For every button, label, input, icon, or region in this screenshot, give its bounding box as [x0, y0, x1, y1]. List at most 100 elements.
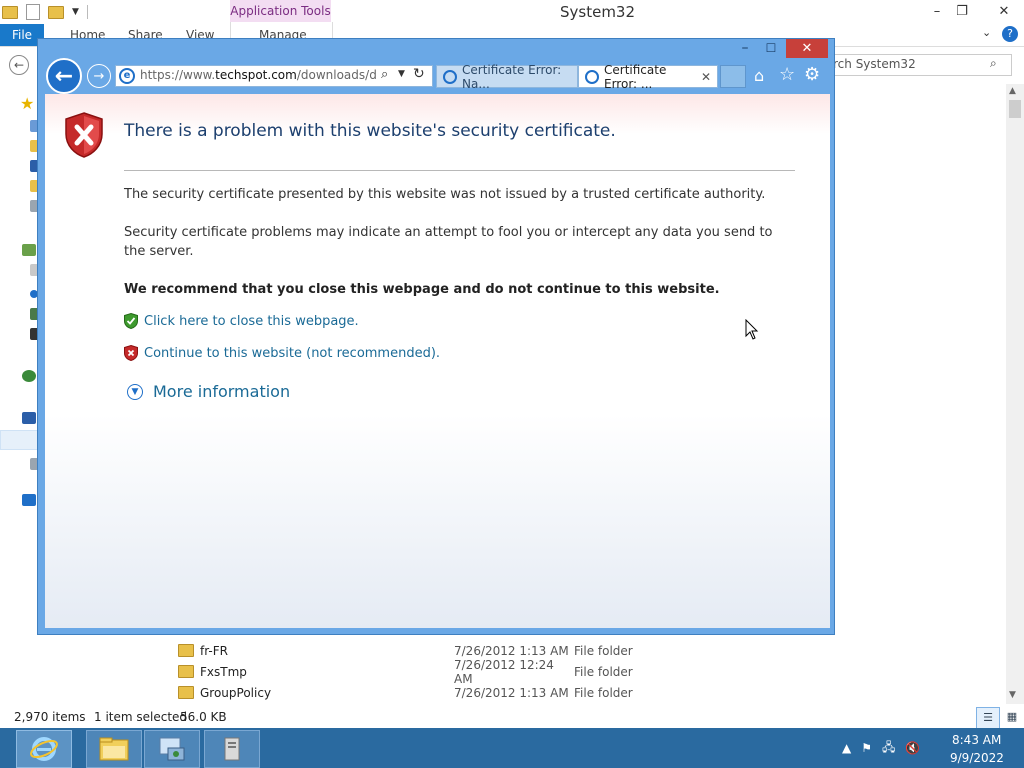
explorer-back-button[interactable]: ← [9, 55, 29, 75]
ie-close-button[interactable]: ✕ [786, 39, 828, 58]
recommendation-text: We recommend that you close this webpage… [124, 282, 720, 297]
url-domain: techspot.com [215, 68, 297, 82]
folder-icon [99, 737, 129, 761]
cert-paragraph-1: The security certificate presented by th… [124, 187, 766, 202]
application-tools-label: Application Tools [230, 0, 331, 22]
tray-expand-icon[interactable]: ▲ [842, 741, 851, 755]
explorer-scrollbar[interactable] [1006, 84, 1024, 704]
ie-forward-button[interactable]: → [87, 64, 111, 88]
installer-icon [159, 737, 185, 761]
clock-date[interactable]: 9/9/2022 [950, 751, 1004, 765]
url-suffix: /downloads/dow [296, 68, 376, 82]
close-page-link-row[interactable]: Click here to close this webpage. [124, 313, 359, 329]
ribbon-expand-icon[interactable]: ⌄ [982, 26, 991, 39]
close-webpage-link[interactable]: Click here to close this webpage. [144, 314, 359, 329]
explorer-close-button[interactable]: ✕ [986, 0, 1022, 22]
explorer-search-placeholder: rch System32 [833, 57, 916, 71]
file-name: GroupPolicy [200, 685, 272, 700]
status-selected: 1 item selected [94, 710, 188, 724]
file-date: 7/26/2012 1:13 AM [454, 685, 569, 700]
url-prefix: https://www. [140, 68, 216, 82]
chevron-down-icon: ▼ [127, 383, 143, 400]
nav-selected-item[interactable] [0, 430, 42, 450]
ie-maximize-button[interactable]: ☐ [762, 41, 780, 57]
file-name: FxsTmp [200, 664, 247, 679]
taskbar-internet-explorer-button[interactable] [16, 730, 72, 768]
taskbar-server-manager-button[interactable] [204, 730, 260, 768]
more-information-label: More information [153, 382, 291, 401]
nav-computer-icon[interactable] [22, 412, 36, 424]
properties-icon[interactable] [26, 4, 40, 20]
large-icons-view-icon[interactable]: ▦ [1002, 707, 1022, 727]
status-item-count: 2,970 items [14, 710, 86, 724]
server-icon [224, 737, 240, 761]
file-row[interactable]: FxsTmp 7/26/2012 12:24 AM File folder [178, 658, 978, 686]
folder-icon[interactable] [2, 5, 18, 19]
ie-icon [585, 69, 599, 84]
file-date: 7/26/2012 1:13 AM [454, 643, 569, 658]
system-tray: ▲ ⚑ 🖧 🔇 [842, 736, 920, 760]
new-tab-button[interactable] [720, 65, 746, 88]
taskbar-file-explorer-button[interactable] [86, 730, 142, 768]
shield-error-icon [124, 345, 138, 361]
nav-homegroup-icon[interactable] [22, 370, 36, 382]
home-icon[interactable]: ⌂ [754, 66, 764, 85]
nav-network-icon[interactable] [22, 494, 36, 506]
ie-page-icon: e [119, 68, 135, 84]
mouse-cursor-icon [745, 319, 759, 340]
star-icon[interactable]: ☆ [779, 64, 795, 85]
page-title: There is a problem with this website's s… [124, 121, 616, 141]
file-type: File folder [574, 664, 633, 679]
scroll-down-arrow-icon[interactable]: ▼ [1009, 690, 1016, 700]
file-type: File folder [574, 643, 633, 658]
details-view-icon[interactable]: ☰ [976, 707, 1000, 729]
refresh-icon[interactable]: ↻ [413, 66, 425, 82]
folder-icon [178, 644, 194, 657]
continue-link-row[interactable]: Continue to this website (not recommende… [124, 345, 440, 361]
ie-page-content [45, 94, 830, 628]
explorer-titlebar [0, 0, 1024, 24]
tab-label: Certificate Error: ... [604, 62, 667, 91]
cert-paragraph-2: Security certificate problems may indica… [124, 225, 773, 259]
address-url[interactable]: https://www.techspot.com/downloads/dow [140, 68, 376, 82]
ie-tab-inactive[interactable]: Certificate Error: Na... [436, 62, 578, 91]
tab-close-icon[interactable]: ✕ [701, 70, 711, 84]
scroll-up-arrow-icon[interactable]: ▲ [1009, 86, 1016, 96]
gear-icon[interactable]: ⚙ [804, 64, 820, 85]
qat-dropdown-icon[interactable]: ▼ [72, 7, 79, 17]
flag-icon[interactable]: ⚑ [861, 741, 872, 755]
search-icon[interactable]: ⌕ [990, 56, 997, 71]
shield-error-icon [65, 112, 103, 158]
favorites-star-icon[interactable]: ★ [20, 94, 34, 113]
ie-icon [30, 737, 58, 761]
clock-time[interactable]: 8:43 AM [952, 733, 1001, 747]
folder-icon [178, 686, 194, 699]
file-row[interactable]: GroupPolicy 7/26/2012 1:13 AM File folde… [178, 682, 978, 703]
qat-separator [86, 5, 88, 19]
taskbar-setup-app-button[interactable] [144, 730, 200, 768]
ie-tab-active[interactable]: Certificate Error: ... ✕ [578, 62, 718, 91]
search-icon[interactable]: ⌕ [381, 67, 388, 82]
ie-back-button[interactable]: ← [46, 58, 82, 94]
scroll-thumb[interactable] [1009, 100, 1021, 118]
file-row[interactable]: fr-FR 7/26/2012 1:13 AM File folder [178, 640, 978, 661]
nav-libraries-icon[interactable] [22, 244, 36, 256]
explorer-restore-button[interactable]: ❐ [947, 0, 977, 22]
more-information-toggle[interactable]: ▼ More information [127, 382, 290, 401]
ie-icon [443, 69, 457, 84]
address-dropdown-icon[interactable]: ▼ [398, 69, 405, 79]
help-icon[interactable]: ? [1002, 26, 1018, 42]
status-size: 56.0 KB [180, 710, 227, 724]
volume-mute-icon[interactable]: 🔇 [905, 741, 920, 755]
quick-access-toolbar: ▼ [2, 4, 88, 20]
file-name: fr-FR [200, 643, 228, 658]
network-icon[interactable]: 🖧 [882, 738, 895, 759]
tab-label: Certificate Error: Na... [462, 62, 562, 91]
new-folder-icon[interactable] [48, 5, 64, 19]
title-divider [124, 170, 795, 171]
shield-ok-icon [124, 313, 138, 329]
folder-icon [178, 665, 194, 678]
ie-minimize-button[interactable]: – [736, 41, 754, 57]
explorer-window-title: System32 [560, 3, 636, 21]
continue-to-website-link[interactable]: Continue to this website (not recommende… [144, 346, 440, 361]
